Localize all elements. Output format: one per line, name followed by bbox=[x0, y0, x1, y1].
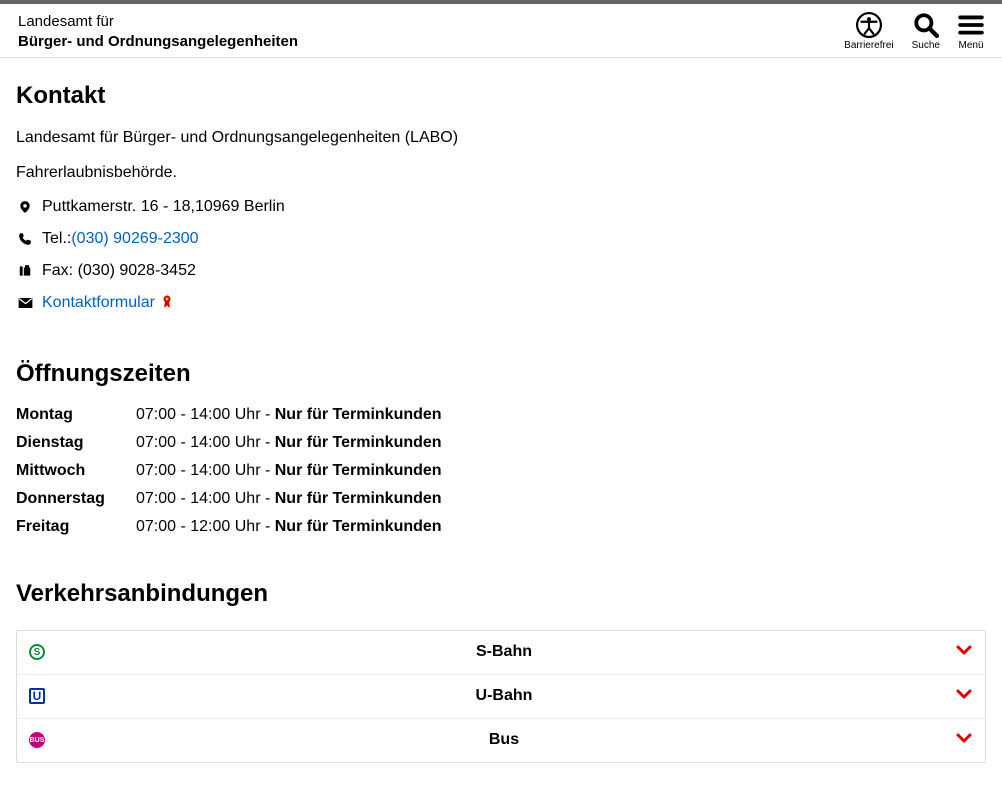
sbahn-icon: S bbox=[29, 644, 53, 660]
hours-day: Donnerstag bbox=[16, 490, 136, 508]
accessibility-button[interactable]: Barrierefrei bbox=[844, 12, 893, 51]
hours-time: 07:00 - 14:00 Uhr - bbox=[136, 406, 275, 423]
site-title: Landesamt für Bürger- und Ordnungsangele… bbox=[18, 12, 298, 51]
hours-note: Nur für Terminkunden bbox=[275, 518, 442, 535]
address-text: Puttkamerstr. 16 - 18,10969 Berlin bbox=[42, 198, 285, 216]
hours-time: 07:00 - 14:00 Uhr - bbox=[136, 462, 275, 479]
search-label: Suche bbox=[912, 40, 940, 51]
transport-heading: Verkehrsanbindungen bbox=[16, 580, 986, 608]
fax-label: Fax: bbox=[42, 262, 78, 279]
header-tools: Barrierefrei Suche Menü bbox=[844, 12, 984, 51]
main-content: Kontakt Landesamt für Bürger- und Ordnun… bbox=[0, 58, 1002, 803]
chevron-down-icon bbox=[955, 641, 973, 664]
hours-row: Montag 07:00 - 14:00 Uhr - Nur für Termi… bbox=[16, 406, 986, 424]
menu-icon bbox=[958, 12, 984, 38]
hours-day: Mittwoch bbox=[16, 462, 136, 480]
transport-list: S S-Bahn U U-Bahn BUS Bus bbox=[16, 630, 986, 763]
contact-form-row: Kontaktformular bbox=[16, 294, 986, 312]
tel-label: Tel.: bbox=[42, 230, 71, 247]
hours-row: Donnerstag 07:00 - 14:00 Uhr - Nur für T… bbox=[16, 490, 986, 508]
hours-day: Dienstag bbox=[16, 434, 136, 452]
transport-item-sbahn[interactable]: S S-Bahn bbox=[17, 631, 985, 675]
transport-label: S-Bahn bbox=[53, 643, 955, 661]
transport-label: Bus bbox=[53, 731, 955, 749]
site-title-line1: Landesamt für bbox=[18, 12, 298, 32]
contact-heading: Kontakt bbox=[16, 82, 986, 110]
accessibility-label: Barrierefrei bbox=[844, 40, 893, 51]
dept-name: Fahrerlaubnisbehörde. bbox=[16, 163, 986, 184]
secure-badge-icon bbox=[157, 294, 173, 311]
search-icon bbox=[913, 12, 939, 38]
hours-note: Nur für Terminkunden bbox=[275, 462, 442, 479]
hours-time: 07:00 - 14:00 Uhr - bbox=[136, 490, 275, 507]
transport-label: U-Bahn bbox=[53, 687, 955, 705]
contact-form-link[interactable]: Kontaktformular bbox=[42, 294, 155, 311]
hours-row: Dienstag 07:00 - 14:00 Uhr - Nur für Ter… bbox=[16, 434, 986, 452]
fax-row: Fax: (030) 9028-3452 bbox=[16, 262, 986, 280]
fax-icon bbox=[16, 264, 34, 278]
hours-day: Freitag bbox=[16, 518, 136, 536]
header-bar: Landesamt für Bürger- und Ordnungsangele… bbox=[0, 0, 1002, 58]
address-row: Puttkamerstr. 16 - 18,10969 Berlin bbox=[16, 198, 986, 216]
tel-link[interactable]: (030) 90269-2300 bbox=[71, 230, 198, 247]
transport-item-ubahn[interactable]: U U-Bahn bbox=[17, 675, 985, 719]
hours-row: Mittwoch 07:00 - 14:00 Uhr - Nur für Ter… bbox=[16, 462, 986, 480]
menu-button[interactable]: Menü bbox=[958, 12, 984, 51]
phone-icon bbox=[16, 232, 34, 246]
transport-item-bus[interactable]: BUS Bus bbox=[17, 719, 985, 762]
hours-time: 07:00 - 12:00 Uhr - bbox=[136, 518, 275, 535]
hours-note: Nur für Terminkunden bbox=[275, 406, 442, 423]
fax-value: (030) 9028-3452 bbox=[78, 262, 196, 279]
hours-day: Montag bbox=[16, 406, 136, 424]
hours-note: Nur für Terminkunden bbox=[275, 434, 442, 451]
phone-row: Tel.:(030) 90269-2300 bbox=[16, 230, 986, 248]
location-icon bbox=[16, 199, 34, 215]
bus-icon: BUS bbox=[29, 732, 53, 748]
org-name: Landesamt für Bürger- und Ordnungsangele… bbox=[16, 128, 986, 149]
hours-list: Montag 07:00 - 14:00 Uhr - Nur für Termi… bbox=[16, 406, 986, 536]
transport-section: Verkehrsanbindungen S S-Bahn U U-Bahn BU… bbox=[16, 580, 986, 763]
site-title-line2: Bürger- und Ordnungsangelegenheiten bbox=[18, 32, 298, 52]
hours-row: Freitag 07:00 - 12:00 Uhr - Nur für Term… bbox=[16, 518, 986, 536]
chevron-down-icon bbox=[955, 729, 973, 752]
accessibility-icon bbox=[856, 12, 882, 38]
hours-note: Nur für Terminkunden bbox=[275, 490, 442, 507]
menu-label: Menü bbox=[958, 40, 983, 51]
search-button[interactable]: Suche bbox=[912, 12, 940, 51]
mail-icon bbox=[16, 297, 34, 309]
ubahn-icon: U bbox=[29, 688, 53, 704]
hours-heading: Öffnungszeiten bbox=[16, 360, 986, 388]
chevron-down-icon bbox=[955, 685, 973, 708]
hours-time: 07:00 - 14:00 Uhr - bbox=[136, 434, 275, 451]
